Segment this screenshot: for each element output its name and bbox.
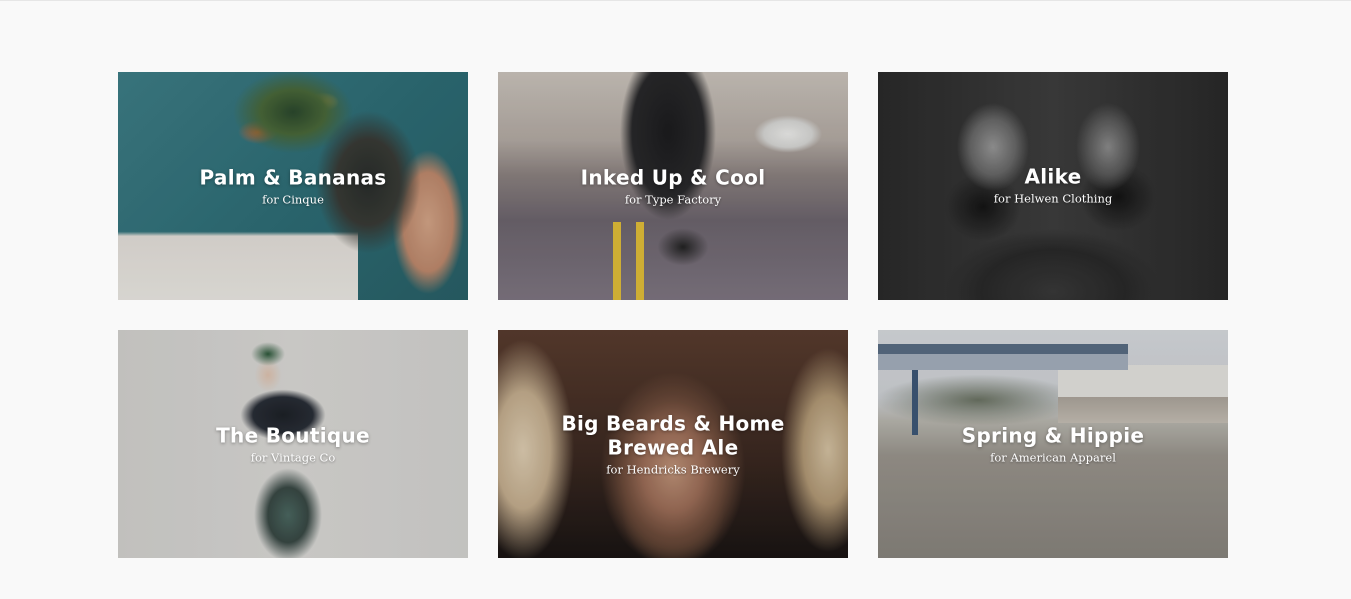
portfolio-card-big-beards[interactable]: Big Beards & Home Brewed Ale for Hendric… bbox=[498, 330, 848, 558]
top-divider bbox=[0, 0, 1351, 1]
project-client: for Helwen Clothing bbox=[993, 191, 1113, 206]
portfolio-card-inked-up-cool[interactable]: Inked Up & Cool for Type Factory bbox=[498, 72, 848, 300]
card-caption: Palm & Bananas for Cinque bbox=[118, 166, 468, 207]
card-caption: Big Beards & Home Brewed Ale for Hendric… bbox=[498, 412, 848, 477]
portfolio-grid: Palm & Bananas for Cinque Inked Up & Coo… bbox=[118, 72, 1228, 558]
project-title: Palm & Bananas bbox=[199, 165, 387, 190]
project-title: The Boutique bbox=[216, 423, 370, 448]
portfolio-card-the-boutique[interactable]: The Boutique for Vintage Co bbox=[118, 330, 468, 558]
project-client: for American Apparel bbox=[990, 450, 1116, 465]
project-client: for Cinque bbox=[262, 192, 324, 207]
project-title: Alike bbox=[1024, 164, 1082, 189]
card-caption: The Boutique for Vintage Co bbox=[118, 424, 468, 465]
portfolio-card-palm-bananas[interactable]: Palm & Bananas for Cinque bbox=[118, 72, 468, 300]
project-client: for Type Factory bbox=[624, 192, 722, 207]
project-title: Big Beards & Home Brewed Ale bbox=[561, 411, 785, 460]
project-client: for Vintage Co bbox=[250, 450, 336, 465]
project-client: for Hendricks Brewery bbox=[606, 462, 740, 477]
project-title: Inked Up & Cool bbox=[580, 165, 766, 190]
portfolio-card-spring-hippie[interactable]: Spring & Hippie for American Apparel bbox=[878, 330, 1228, 558]
portfolio-card-alike[interactable]: Alike for Helwen Clothing bbox=[878, 72, 1228, 300]
card-caption: Spring & Hippie for American Apparel bbox=[878, 424, 1228, 465]
card-caption: Inked Up & Cool for Type Factory bbox=[498, 166, 848, 207]
card-caption: Alike for Helwen Clothing bbox=[878, 164, 1228, 206]
project-title: Spring & Hippie bbox=[961, 423, 1145, 448]
